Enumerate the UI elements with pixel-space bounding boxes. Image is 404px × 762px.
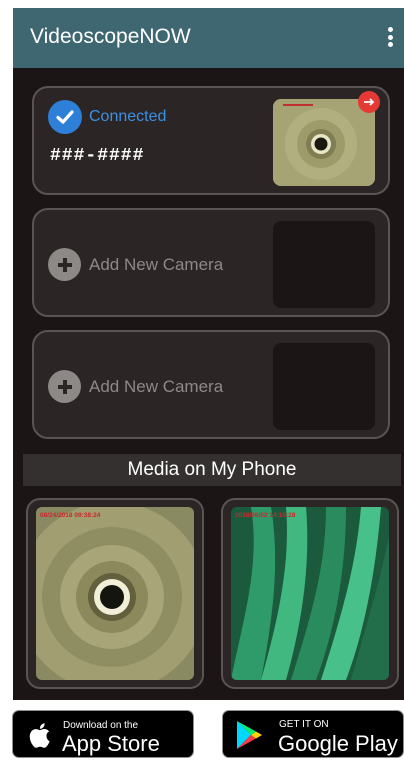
media-timestamp: 08/24/2018 09:38:24 (40, 512, 101, 519)
media-item[interactable]: 2018/06/02 14:18:28 (221, 498, 399, 689)
media-section-header: Media on My Phone (23, 454, 401, 486)
app-store-line1: Download on the (63, 720, 139, 731)
check-circle-icon (48, 100, 82, 134)
add-camera-row: Add New Camera (48, 248, 223, 281)
camera-serial: ###-#### (50, 146, 145, 166)
google-play-badge[interactable]: GET IT ON Google Play (222, 710, 404, 758)
add-circle-icon (48, 370, 81, 403)
google-play-icon (235, 720, 263, 755)
disconnect-icon[interactable] (358, 91, 380, 113)
google-play-line2: Google Play (278, 731, 398, 756)
status-label: Connected (89, 108, 167, 125)
camera-card-connected[interactable]: Connected ###-#### (32, 86, 390, 195)
empty-camera-slot (273, 343, 375, 430)
app-store-line2: App Store (62, 731, 160, 756)
add-camera-label: Add New Camera (89, 254, 224, 274)
connection-status: Connected (48, 100, 166, 134)
apple-icon (27, 721, 51, 754)
add-circle-icon (48, 248, 81, 281)
add-camera-card[interactable]: Add New Camera (32, 330, 390, 439)
camera-live-thumbnail[interactable] (273, 99, 375, 186)
media-item[interactable]: 08/24/2018 09:38:24 (26, 498, 204, 689)
empty-camera-slot (273, 221, 375, 308)
media-thumbnail: 2018/06/02 14:18:28 (231, 507, 389, 680)
media-timestamp: 2018/06/02 14:18:28 (235, 512, 296, 519)
more-vert-icon[interactable] (385, 27, 395, 49)
app-bar: VideoscopeNOW (13, 8, 404, 68)
app-screen: VideoscopeNOW Connected ###-#### Add New… (13, 8, 404, 700)
add-camera-row: Add New Camera (48, 370, 223, 403)
add-camera-label: Add New Camera (89, 376, 224, 396)
google-play-line1: GET IT ON (279, 719, 329, 730)
app-store-badge[interactable]: Download on the App Store (12, 710, 194, 758)
add-camera-card[interactable]: Add New Camera (32, 208, 390, 317)
app-title: VideoscopeNOW (30, 25, 191, 48)
media-thumbnail: 08/24/2018 09:38:24 (36, 507, 194, 680)
